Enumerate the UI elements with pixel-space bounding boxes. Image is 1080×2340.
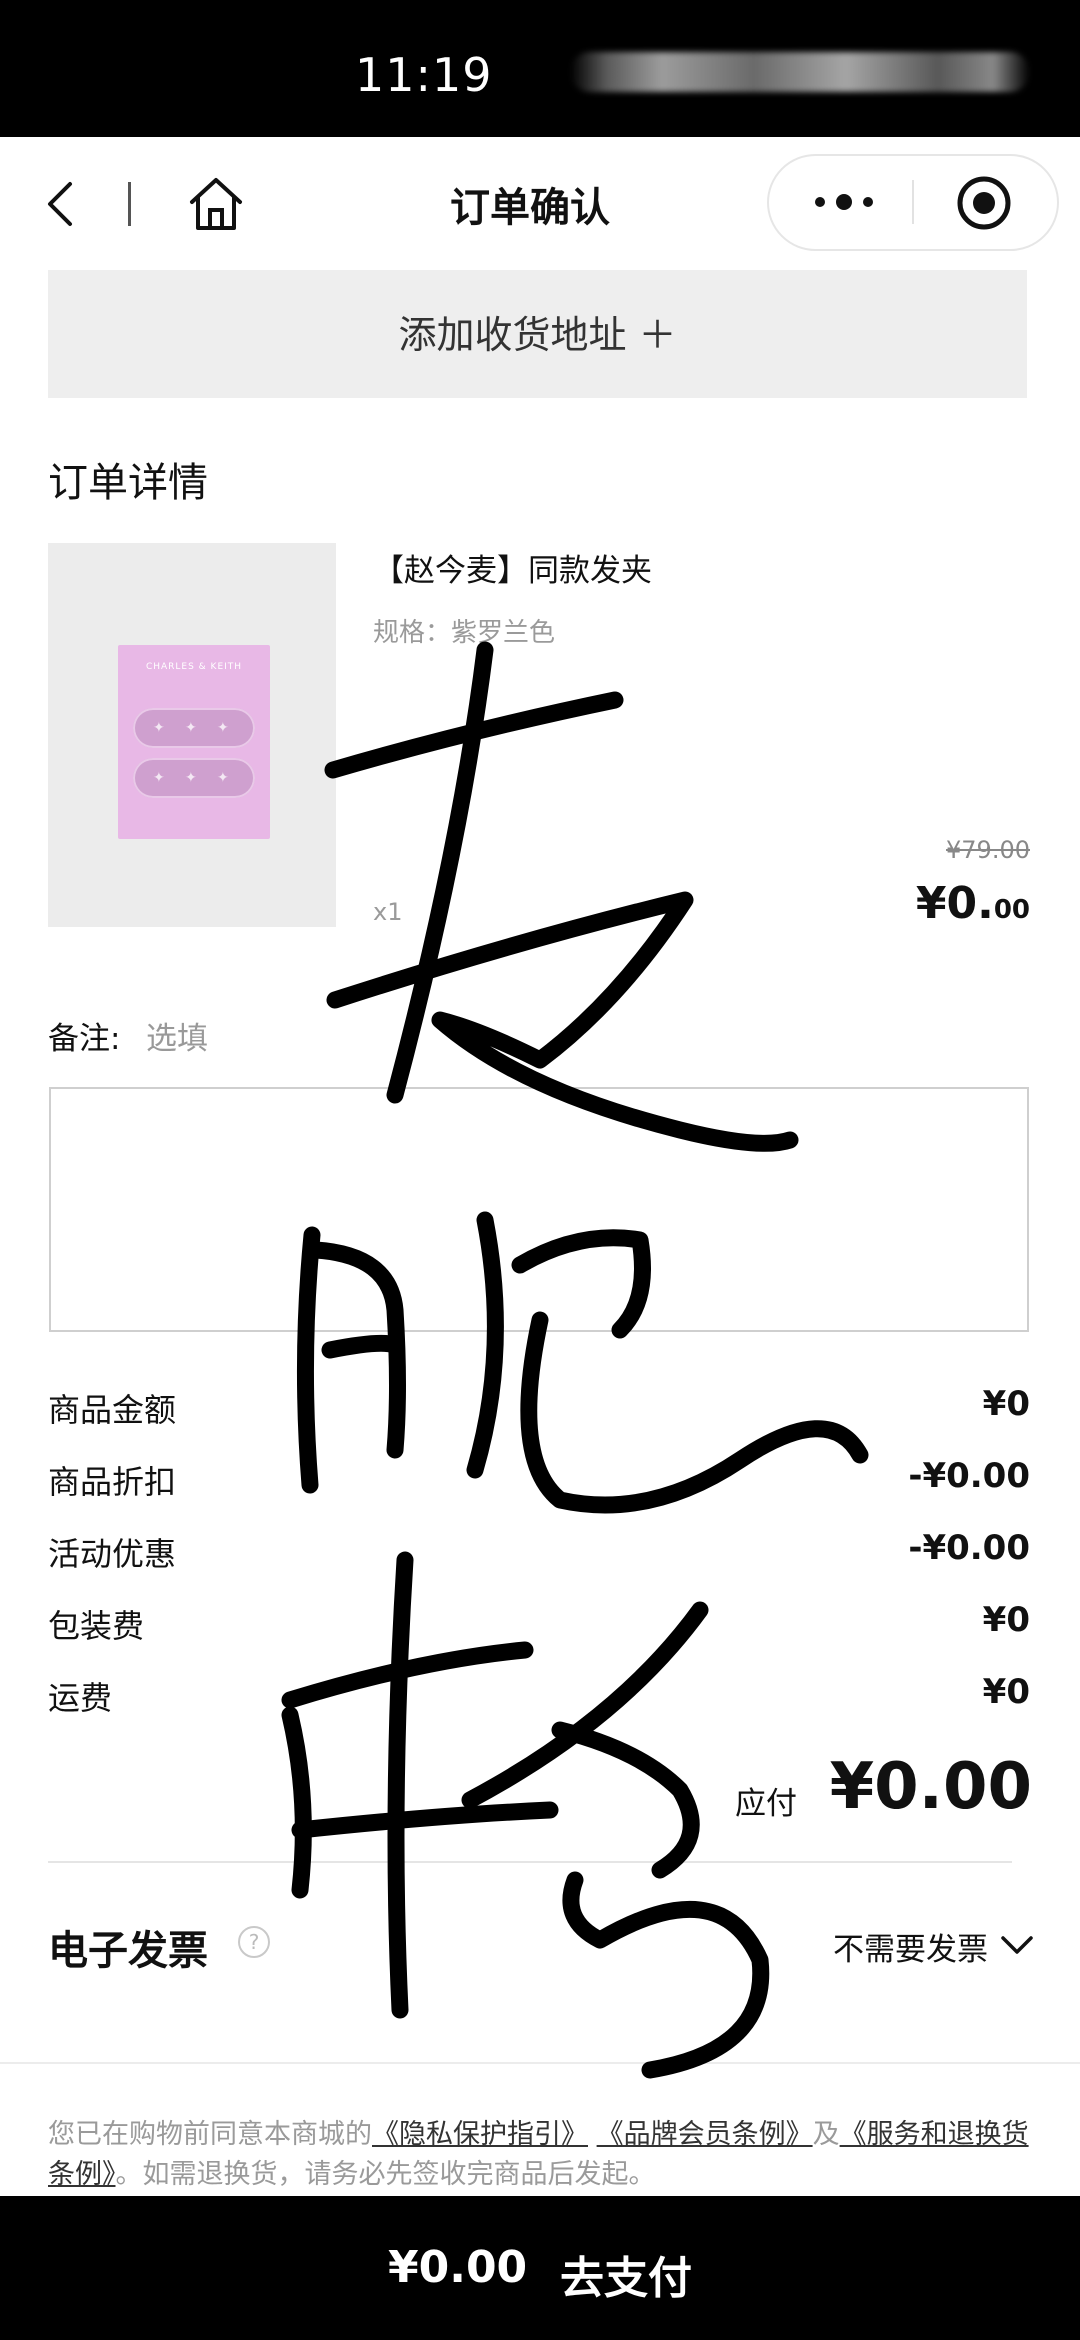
- help-icon[interactable]: ?: [238, 1926, 270, 1958]
- agreement-and: 及: [812, 2119, 840, 2150]
- price-main: ¥0.: [915, 878, 994, 929]
- summary-label: 商品折扣: [48, 1463, 177, 1501]
- divider: [48, 1861, 1012, 1863]
- chevron-down-icon[interactable]: [997, 1925, 1037, 1965]
- summary-label: 包装费: [48, 1607, 145, 1645]
- product-quantity: x1: [373, 898, 403, 926]
- summary-label: 商品金额: [48, 1391, 177, 1429]
- hair-clip: ✦ ✦ ✦: [133, 758, 255, 798]
- payable-amount: ¥0.00: [829, 1750, 1032, 1824]
- pay-button-label: 去支付: [560, 2253, 692, 2304]
- order-detail-title: 订单详情: [48, 460, 208, 506]
- summary-value: ¥0: [982, 1384, 1030, 1424]
- invoice-label: 电子发票: [48, 1928, 208, 1974]
- brand-logo-text: CHARLES & KEITH: [145, 662, 243, 672]
- summary-value: ¥0: [982, 1672, 1030, 1712]
- pay-bar-amount: ¥0.00: [388, 2242, 528, 2293]
- more-icon[interactable]: [810, 190, 878, 214]
- original-price: ¥79.00: [946, 836, 1030, 864]
- summary-value: -¥0.00: [908, 1456, 1030, 1496]
- remark-input[interactable]: [49, 1087, 1029, 1332]
- summary-label: 运费: [48, 1679, 113, 1717]
- back-icon[interactable]: [38, 180, 86, 228]
- capsule-divider: [912, 180, 914, 224]
- nav-divider: [128, 182, 131, 226]
- page-title: 订单确认: [450, 185, 610, 231]
- agreement-text: 您已在购物前同意本商城的《隐私保护指引》 《品牌会员条例》及《服务和退换货条例》…: [48, 2115, 1038, 2195]
- summary-value: -¥0.00: [908, 1528, 1030, 1568]
- pay-button[interactable]: [0, 2196, 1080, 2340]
- product-spec: 规格：紫罗兰色: [373, 618, 556, 648]
- remark-label: 备注:: [48, 1021, 121, 1057]
- add-address-label: 添加收货地址 ＋: [398, 313, 677, 357]
- member-terms-link[interactable]: 《品牌会员条例》: [597, 2119, 813, 2150]
- divider: [0, 2062, 1080, 2064]
- agreement-suffix: 。如需退换货，请务必先签收完商品后发起。: [115, 2159, 656, 2190]
- privacy-link[interactable]: 《隐私保护指引》: [372, 2119, 588, 2150]
- agreement-prefix: 您已在购物前同意本商城的: [48, 2119, 372, 2150]
- home-icon[interactable]: [186, 176, 246, 232]
- payable-label: 应付: [735, 1786, 797, 1822]
- status-time: 11:19: [355, 48, 493, 102]
- price-cents: 00: [993, 895, 1030, 925]
- current-price: ¥0.00: [850, 878, 1030, 929]
- remark-placeholder: 选填: [146, 1021, 208, 1057]
- hair-clip: ✦ ✦ ✦: [133, 708, 255, 748]
- target-icon[interactable]: [955, 174, 1013, 232]
- invoice-selector[interactable]: 不需要发票: [760, 1924, 988, 1969]
- summary-value: ¥0: [982, 1600, 1030, 1640]
- status-icons-blurred: [570, 52, 1030, 92]
- product-name: 【赵今麦】同款发夹: [373, 553, 652, 589]
- summary-label: 活动优惠: [48, 1535, 177, 1573]
